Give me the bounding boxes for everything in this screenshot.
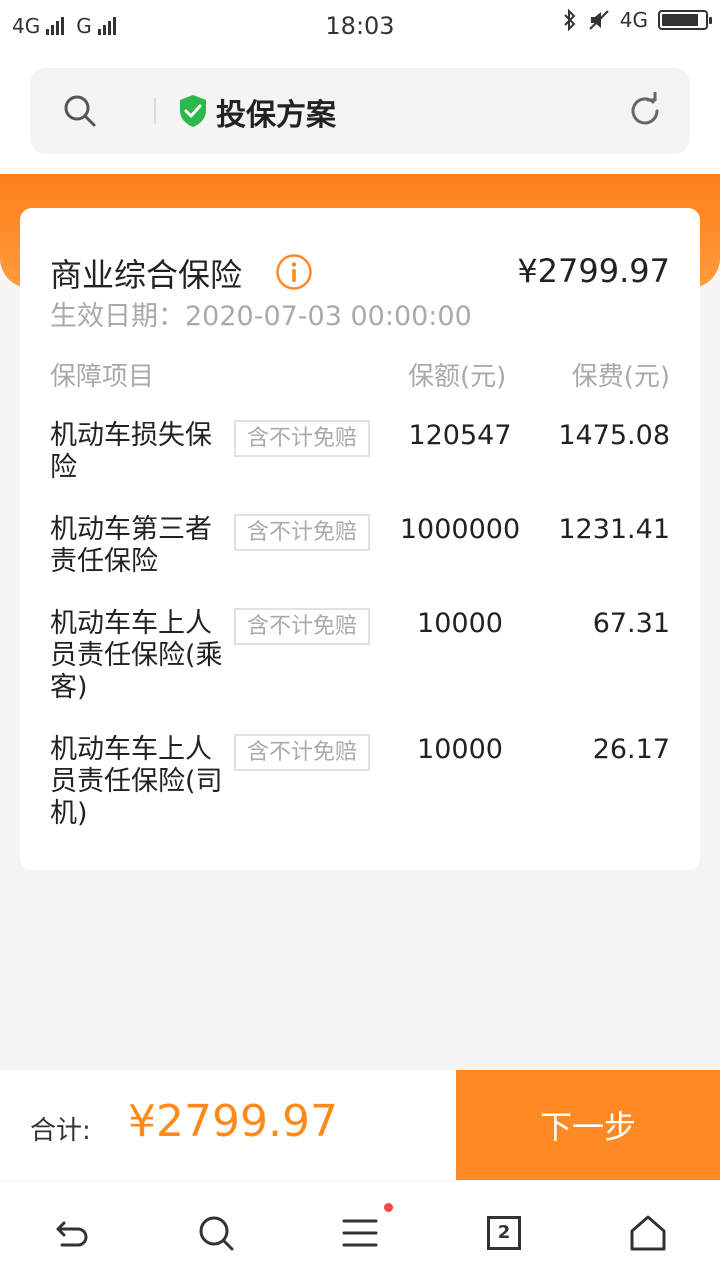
network-type-right: 4G bbox=[619, 8, 648, 32]
total-value: ¥2799.97 bbox=[128, 1096, 338, 1147]
effective-date: 生效日期：2020-07-03 00:00:00 bbox=[50, 301, 472, 332]
coverage-premium: 67.31 bbox=[592, 608, 670, 639]
total-label: 合计: bbox=[30, 1116, 91, 1146]
coverage-name: 机动车车上人员责任保险(司机) bbox=[50, 734, 223, 829]
info-icon[interactable] bbox=[275, 253, 313, 291]
coverage-name: 机动车损失保险 bbox=[50, 420, 212, 483]
column-header-amount: 保额(元) bbox=[408, 362, 507, 392]
notification-dot bbox=[384, 1203, 393, 1212]
coverage-amount: 120547 bbox=[408, 420, 512, 451]
page-title: 投保方案 bbox=[216, 98, 336, 133]
total-bar: 合计: ¥2799.97 下一步 bbox=[0, 1070, 720, 1180]
battery-icon bbox=[658, 10, 712, 30]
top-area: 投保方案 bbox=[0, 52, 720, 174]
bluetooth-icon bbox=[564, 8, 576, 32]
plan-title: 商业综合保险 bbox=[50, 256, 243, 294]
next-step-button[interactable]: 下一步 bbox=[456, 1070, 720, 1180]
coverage-premium: 1231.41 bbox=[558, 514, 670, 545]
coverage-amount: 10000 bbox=[417, 608, 503, 639]
deductible-tag: 含不计免赔 bbox=[234, 514, 370, 551]
back-icon[interactable] bbox=[50, 1211, 94, 1255]
coverage-name: 机动车第三者责任保险 bbox=[50, 514, 212, 577]
nav-search-icon[interactable] bbox=[194, 1211, 238, 1255]
column-header-item: 保障项目 bbox=[50, 362, 155, 392]
coverage-name: 机动车车上人员责任保险(乘客) bbox=[50, 608, 223, 703]
plan-price: ¥2799.97 bbox=[517, 252, 670, 290]
shield-check-icon bbox=[180, 95, 206, 127]
coverage-amount: 1000000 bbox=[399, 514, 521, 545]
coverage-amount: 10000 bbox=[417, 734, 503, 765]
coverage-premium: 26.17 bbox=[592, 734, 670, 765]
deductible-tag: 含不计免赔 bbox=[234, 420, 370, 457]
mute-icon bbox=[589, 10, 609, 30]
home-icon[interactable] bbox=[626, 1211, 670, 1255]
deductible-tag: 含不计免赔 bbox=[234, 734, 370, 771]
coverage-premium: 1475.08 bbox=[558, 420, 670, 451]
search-icon[interactable] bbox=[62, 93, 98, 129]
column-header-premium: 保费(元) bbox=[571, 362, 670, 392]
plan-card: 商业综合保险 ¥2799.97 生效日期：2020-07-03 00:00:00… bbox=[20, 208, 700, 870]
tab-count: 2 bbox=[487, 1216, 521, 1250]
address-bar[interactable]: 投保方案 bbox=[30, 68, 690, 154]
status-bar: 4G G 18:03 4G bbox=[0, 0, 720, 52]
tabs-button[interactable]: 2 bbox=[482, 1211, 526, 1255]
status-icons: 4G bbox=[562, 8, 712, 32]
deductible-tag: 含不计免赔 bbox=[234, 608, 370, 645]
divider bbox=[154, 98, 156, 124]
browser-nav-bar: 2 bbox=[0, 1180, 720, 1280]
refresh-icon[interactable] bbox=[626, 92, 664, 130]
menu-icon[interactable] bbox=[338, 1211, 382, 1255]
